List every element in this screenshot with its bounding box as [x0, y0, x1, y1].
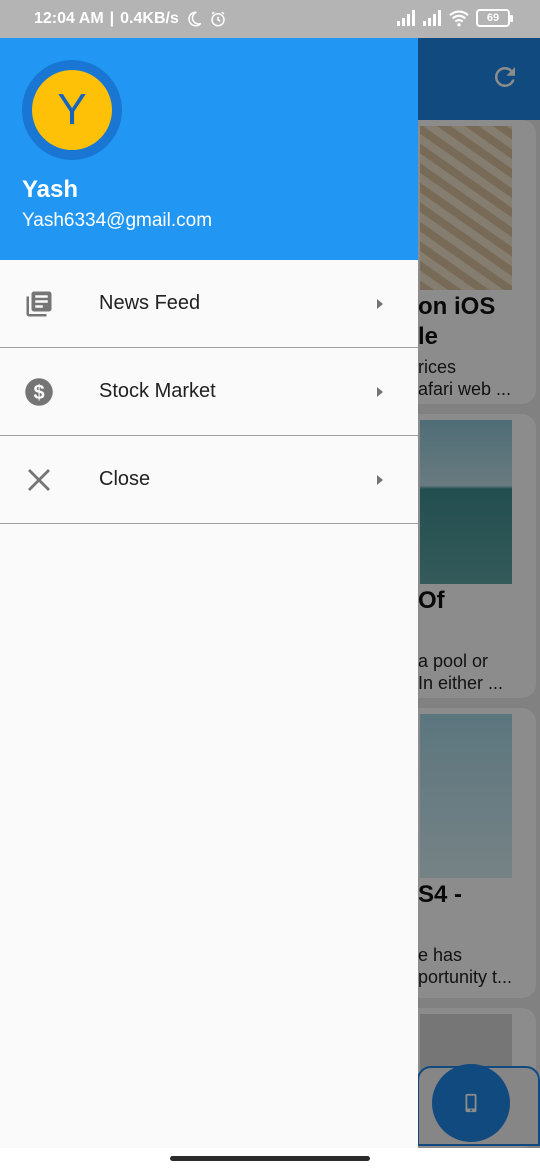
- system-navigation-bar: [0, 1148, 540, 1170]
- signal-icon: [423, 10, 441, 26]
- user-email: Yash6334@gmail.com: [22, 210, 213, 231]
- dollar-icon: $: [25, 377, 53, 406]
- battery-icon: 69: [476, 9, 513, 27]
- moon-icon: [188, 11, 202, 27]
- close-icon: [28, 468, 50, 491]
- menu-item-stock-market[interactable]: $ Stock Market: [0, 348, 418, 436]
- home-gesture-handle[interactable]: [170, 1156, 370, 1161]
- arrow-right-icon: [377, 474, 383, 485]
- menu-item-label: Stock Market: [99, 380, 216, 402]
- drawer-header: Y Yash Yash6334@gmail.com: [0, 38, 418, 260]
- svg-text:$: $: [33, 381, 44, 403]
- menu-item-news-feed[interactable]: News Feed: [0, 260, 418, 348]
- avatar-letter: Y: [32, 70, 112, 150]
- arrow-right-icon: [377, 386, 383, 397]
- menu-item-label: News Feed: [99, 292, 201, 314]
- wifi-icon: [449, 10, 469, 27]
- signal-icon: [397, 10, 415, 26]
- battery-level: 69: [486, 12, 500, 24]
- status-separator: |: [109, 10, 115, 27]
- news-icon: [26, 291, 52, 316]
- arrow-right-icon: [377, 298, 383, 309]
- drawer-menu: News Feed $ Stock Market Close: [0, 260, 418, 524]
- avatar[interactable]: Y: [22, 60, 122, 160]
- status-time: 12:04 AM: [34, 10, 104, 27]
- menu-item-label: Close: [99, 468, 151, 490]
- status-network-speed: 0.4KB/s: [120, 10, 179, 27]
- alarm-icon: [211, 11, 225, 27]
- navigation-drawer: Y Yash Yash6334@gmail.com News Feed $ St…: [0, 38, 418, 1148]
- menu-item-close[interactable]: Close: [0, 436, 418, 524]
- user-name: Yash: [22, 176, 79, 203]
- status-bar: 12:04 AM | 0.4KB/s 69: [0, 0, 540, 38]
